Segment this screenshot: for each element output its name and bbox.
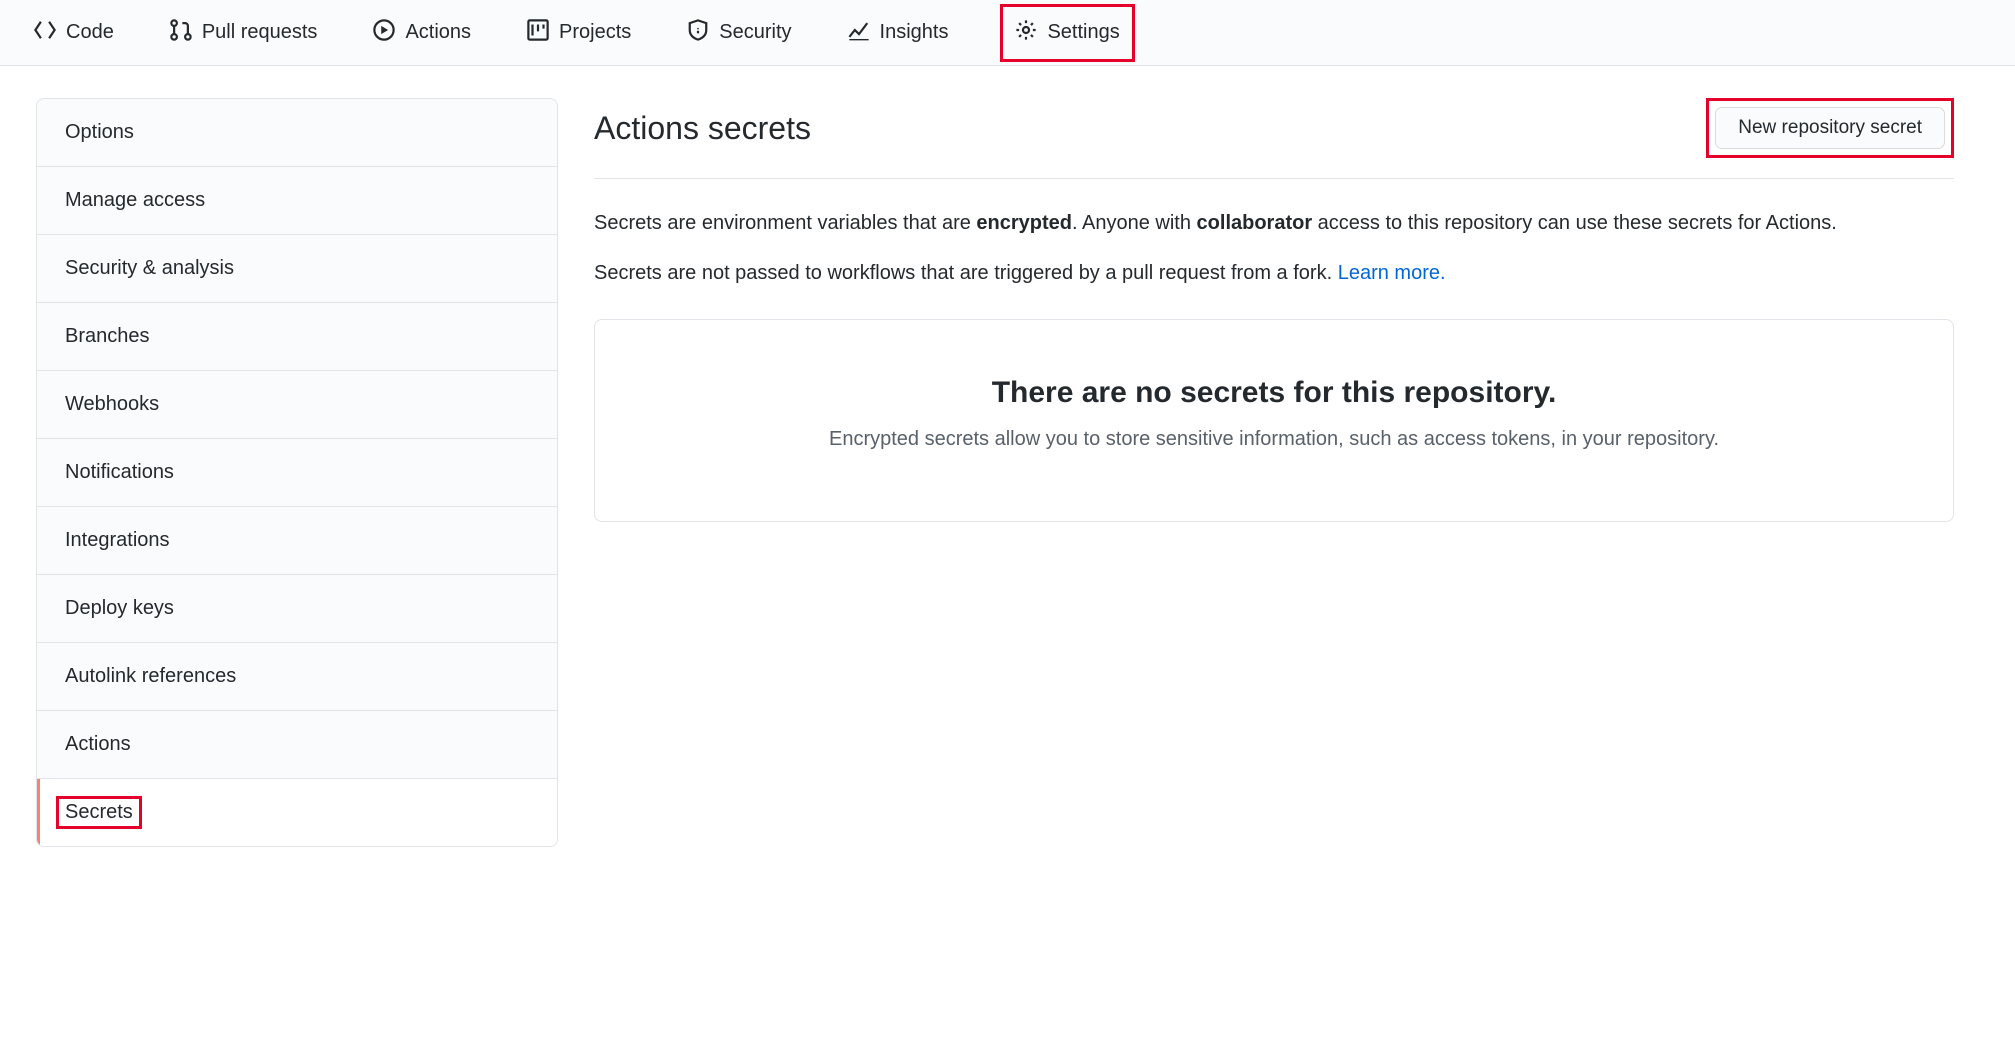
settings-sidebar: Options Manage access Security & analysi… bbox=[36, 98, 558, 847]
desc-text: . Anyone with bbox=[1072, 212, 1197, 234]
project-board-icon bbox=[527, 19, 549, 47]
empty-state: There are no secrets for this repository… bbox=[594, 319, 1954, 522]
tab-settings[interactable]: Settings bbox=[1015, 19, 1119, 47]
sidebar-item-label: Actions bbox=[65, 733, 131, 755]
tab-actions-label: Actions bbox=[405, 21, 471, 44]
tab-code[interactable]: Code bbox=[30, 13, 118, 53]
sidebar-item-branches[interactable]: Branches bbox=[37, 303, 557, 371]
sidebar-item-secrets[interactable]: Secrets bbox=[37, 779, 557, 846]
sidebar-item-security-analysis[interactable]: Security & analysis bbox=[37, 235, 557, 303]
tab-actions[interactable]: Actions bbox=[369, 13, 475, 53]
code-icon bbox=[34, 19, 56, 47]
sidebar-item-options[interactable]: Options bbox=[37, 99, 557, 167]
graph-icon bbox=[848, 19, 870, 47]
page-body: Options Manage access Security & analysi… bbox=[0, 66, 2015, 879]
desc-text: Secrets are not passed to workflows that… bbox=[594, 262, 1338, 284]
tab-insights[interactable]: Insights bbox=[844, 13, 953, 53]
sidebar-item-label: Deploy keys bbox=[65, 597, 174, 619]
tab-settings-label: Settings bbox=[1047, 21, 1119, 44]
sidebar-item-label: Notifications bbox=[65, 461, 174, 483]
sidebar-item-deploy-keys[interactable]: Deploy keys bbox=[37, 575, 557, 643]
gear-icon bbox=[1015, 19, 1037, 47]
tab-security[interactable]: Security bbox=[683, 13, 795, 53]
tab-projects[interactable]: Projects bbox=[523, 13, 635, 53]
sidebar-item-notifications[interactable]: Notifications bbox=[37, 439, 557, 507]
secrets-description-1: Secrets are environment variables that a… bbox=[594, 207, 1954, 239]
desc-bold: collaborator bbox=[1197, 212, 1313, 234]
desc-bold: encrypted bbox=[976, 212, 1072, 234]
tab-pull-requests[interactable]: Pull requests bbox=[166, 13, 322, 53]
new-secret-highlight: New repository secret bbox=[1706, 98, 1954, 158]
tab-pr-label: Pull requests bbox=[202, 21, 318, 44]
desc-text: Secrets are environment variables that a… bbox=[594, 212, 976, 234]
page-title: Actions secrets bbox=[594, 110, 811, 147]
sidebar-item-label: Branches bbox=[65, 325, 150, 347]
tab-code-label: Code bbox=[66, 21, 114, 44]
empty-state-subtitle: Encrypted secrets allow you to store sen… bbox=[635, 428, 1913, 451]
main-header: Actions secrets New repository secret bbox=[594, 98, 1954, 179]
sidebar-item-label: Security & analysis bbox=[65, 257, 234, 279]
tab-security-label: Security bbox=[719, 21, 791, 44]
sidebar-item-manage-access[interactable]: Manage access bbox=[37, 167, 557, 235]
sidebar-secrets-highlight: Secrets bbox=[56, 796, 142, 829]
sidebar-item-actions[interactable]: Actions bbox=[37, 711, 557, 779]
sidebar-item-label: Webhooks bbox=[65, 393, 159, 415]
sidebar-item-label: Secrets bbox=[65, 801, 133, 823]
new-repository-secret-button[interactable]: New repository secret bbox=[1715, 107, 1945, 149]
sidebar-item-integrations[interactable]: Integrations bbox=[37, 507, 557, 575]
main-content: Actions secrets New repository secret Se… bbox=[594, 98, 1954, 847]
sidebar-item-label: Manage access bbox=[65, 189, 205, 211]
git-pull-request-icon bbox=[170, 19, 192, 47]
learn-more-link[interactable]: Learn more. bbox=[1338, 262, 1446, 284]
play-circle-icon bbox=[373, 19, 395, 47]
tab-settings-highlight: Settings bbox=[1000, 4, 1134, 62]
tab-projects-label: Projects bbox=[559, 21, 631, 44]
desc-text: access to this repository can use these … bbox=[1312, 212, 1837, 234]
repo-tabs: Code Pull requests Actions Projects Secu… bbox=[0, 0, 2015, 66]
sidebar-item-label: Integrations bbox=[65, 529, 170, 551]
sidebar-item-autolink-references[interactable]: Autolink references bbox=[37, 643, 557, 711]
tab-insights-label: Insights bbox=[880, 21, 949, 44]
sidebar-item-webhooks[interactable]: Webhooks bbox=[37, 371, 557, 439]
secrets-description-2: Secrets are not passed to workflows that… bbox=[594, 257, 1954, 289]
empty-state-title: There are no secrets for this repository… bbox=[635, 376, 1913, 410]
sidebar-item-label: Autolink references bbox=[65, 665, 236, 687]
sidebar-item-label: Options bbox=[65, 121, 134, 143]
shield-icon bbox=[687, 19, 709, 47]
